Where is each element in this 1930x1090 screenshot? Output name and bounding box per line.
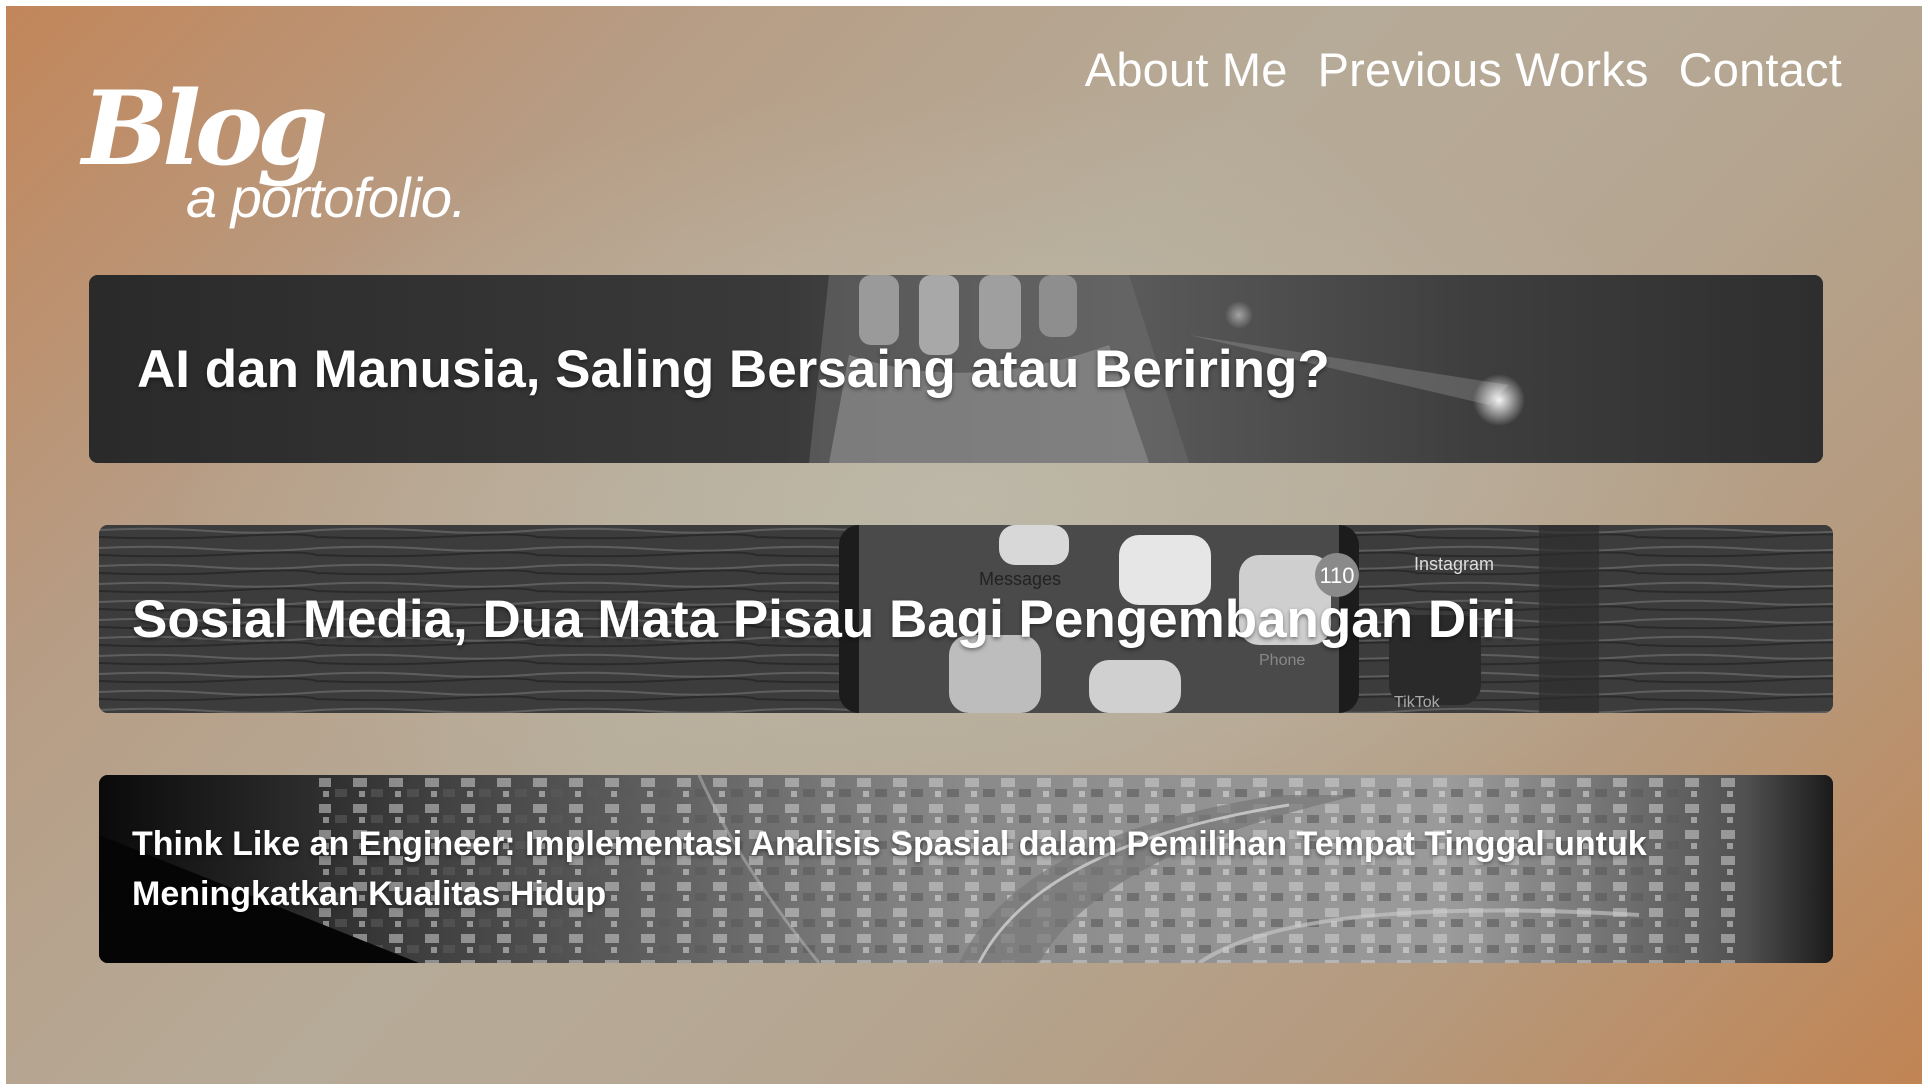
app-label-messages: Messages	[979, 569, 1061, 589]
post-title: AI dan Manusia, Saling Bersaing atau Ber…	[137, 339, 1330, 399]
main-nav: About Me Previous Works Contact	[1085, 44, 1842, 96]
post-card-engineer[interactable]: Think Like an Engineer: Implementasi Ana…	[99, 775, 1833, 963]
page-background: Blog a portofolio. About Me Previous Wor…	[6, 6, 1922, 1084]
logo-title: Blog	[82, 69, 328, 189]
logo-subtitle: a portofolio.	[186, 166, 467, 229]
nav-contact[interactable]: Contact	[1679, 44, 1842, 96]
nav-about-me[interactable]: About Me	[1085, 44, 1288, 96]
app-label-phone: Phone	[1259, 652, 1305, 669]
site-logo[interactable]: Blog a portofolio.	[82, 78, 502, 238]
post-title: Sosial Media, Dua Mata Pisau Bagi Pengem…	[132, 589, 1517, 649]
app-label-tiktok: TikTok	[1394, 694, 1441, 711]
post-card-social-media[interactable]: 110 Messages Instagram Phone TikTok Sosi…	[99, 525, 1833, 713]
app-label-instagram: Instagram	[1414, 554, 1494, 574]
post-card-ai[interactable]: AI dan Manusia, Saling Bersaing atau Ber…	[89, 275, 1823, 463]
nav-previous-works[interactable]: Previous Works	[1318, 44, 1649, 96]
post-title: Think Like an Engineer: Implementasi Ana…	[132, 825, 1647, 913]
notification-badge-count: 110	[1319, 563, 1354, 588]
